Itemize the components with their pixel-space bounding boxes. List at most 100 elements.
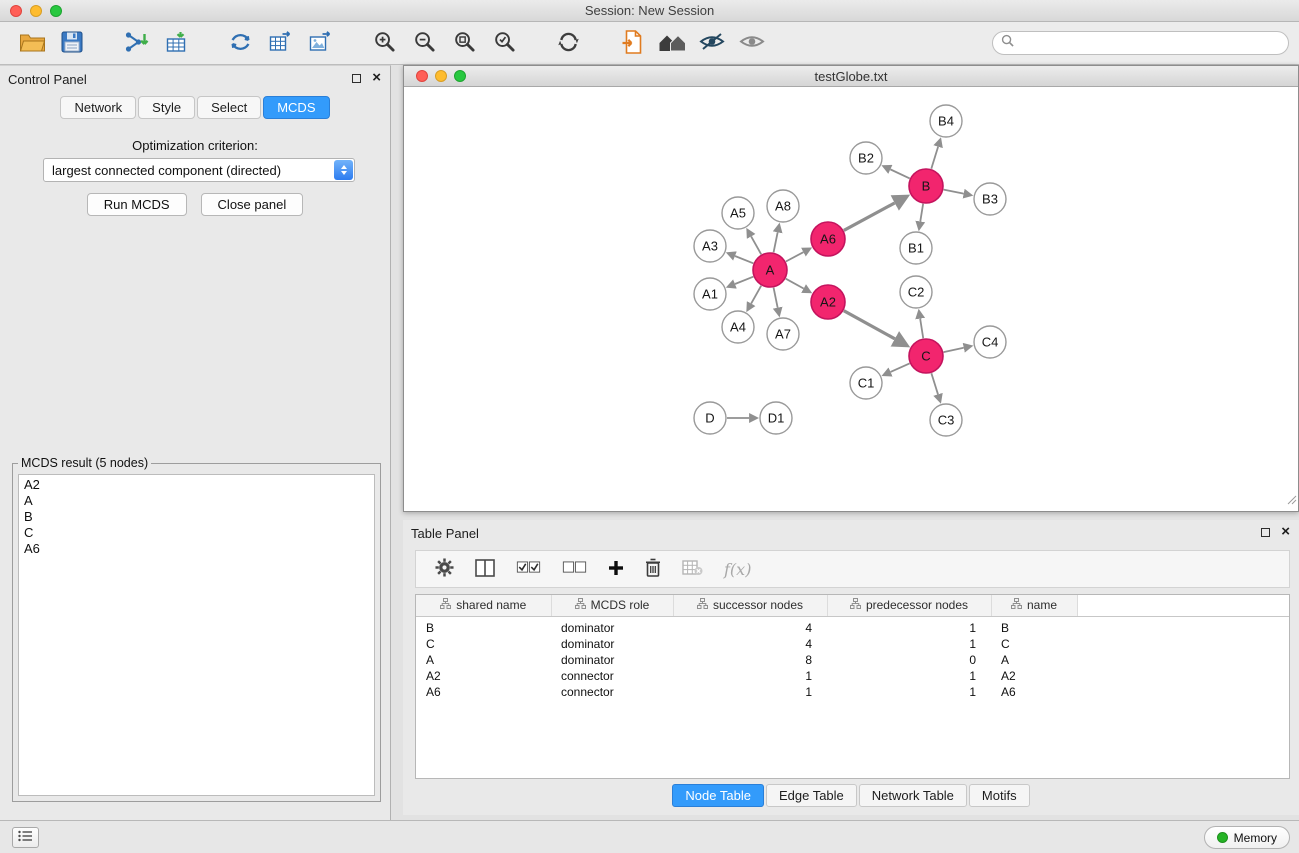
delete-table-button[interactable] bbox=[682, 560, 703, 579]
column-header-name[interactable]: name bbox=[991, 595, 1077, 616]
node-A1[interactable]: A1 bbox=[694, 278, 726, 310]
function-builder-button[interactable]: f(x) bbox=[724, 560, 751, 579]
cell-successor-nodes[interactable]: 1 bbox=[673, 668, 827, 684]
node-C3[interactable]: C3 bbox=[930, 404, 962, 436]
table-row[interactable]: Bdominator41B bbox=[416, 616, 1289, 636]
zoom-out-button[interactable] bbox=[406, 25, 442, 61]
float-table-panel-button[interactable] bbox=[1261, 528, 1270, 537]
node-D1[interactable]: D1 bbox=[760, 402, 792, 434]
edge-A-A3[interactable] bbox=[735, 256, 753, 263]
edge-B-B2[interactable] bbox=[890, 169, 909, 178]
column-header-successor-nodes[interactable]: successor nodes bbox=[673, 595, 827, 616]
edge-C-C4[interactable] bbox=[944, 348, 964, 352]
tab-select[interactable]: Select bbox=[197, 96, 261, 119]
cell-successor-nodes[interactable]: 1 bbox=[673, 684, 827, 700]
table-row[interactable]: Cdominator41C bbox=[416, 636, 1289, 652]
edge-A-A4[interactable] bbox=[751, 286, 761, 304]
edge-B-B4[interactable] bbox=[931, 147, 938, 169]
cell-predecessor-nodes[interactable]: 1 bbox=[827, 668, 991, 684]
import-network-file-button[interactable] bbox=[118, 25, 154, 61]
criterion-dropdown[interactable]: largest connected component (directed) bbox=[43, 158, 355, 182]
edge-A-A1[interactable] bbox=[735, 277, 753, 284]
edge-A6-B[interactable] bbox=[844, 203, 895, 231]
edge-C-C2[interactable] bbox=[920, 319, 923, 339]
network-canvas[interactable]: B4B2BB3A8A5A6B1A3AC2A1A2A4A7C4CC1C3DD1 bbox=[404, 87, 1298, 511]
node-A8[interactable]: A8 bbox=[767, 190, 799, 222]
cell-predecessor-nodes[interactable]: 0 bbox=[827, 652, 991, 668]
cell-shared-name[interactable]: A bbox=[416, 652, 551, 668]
zoom-fit-button[interactable] bbox=[446, 25, 482, 61]
memory-button[interactable]: Memory bbox=[1204, 826, 1290, 849]
save-session-button[interactable] bbox=[54, 25, 90, 61]
edge-B-B3[interactable] bbox=[944, 190, 964, 194]
show-columns-button[interactable] bbox=[475, 559, 495, 580]
apply-layout-button[interactable] bbox=[222, 25, 258, 61]
cell-mcds-role[interactable]: connector bbox=[551, 668, 673, 684]
cell-mcds-role[interactable]: connector bbox=[551, 684, 673, 700]
task-history-button[interactable] bbox=[12, 827, 39, 848]
search-field[interactable] bbox=[992, 31, 1289, 55]
cell-mcds-role[interactable]: dominator bbox=[551, 616, 673, 636]
tab-network[interactable]: Network bbox=[60, 96, 136, 119]
node-D[interactable]: D bbox=[694, 402, 726, 434]
edge-B-B1[interactable] bbox=[920, 204, 923, 222]
show-graphics-details-button[interactable] bbox=[734, 25, 770, 61]
node-A[interactable]: A bbox=[753, 253, 787, 287]
tab-mcds[interactable]: MCDS bbox=[263, 96, 329, 119]
tab-node-table[interactable]: Node Table bbox=[672, 784, 764, 807]
edge-C-C1[interactable] bbox=[891, 363, 910, 372]
cell-successor-nodes[interactable]: 4 bbox=[673, 636, 827, 652]
select-all-columns-button[interactable] bbox=[516, 561, 541, 577]
edge-A-A5[interactable] bbox=[751, 236, 761, 254]
cell-predecessor-nodes[interactable]: 1 bbox=[827, 684, 991, 700]
close-panel-icon[interactable]: × bbox=[372, 73, 381, 83]
network-from-table-button[interactable] bbox=[262, 25, 298, 61]
deselect-all-columns-button[interactable] bbox=[562, 561, 587, 577]
table-settings-button[interactable] bbox=[435, 558, 454, 580]
node-A6[interactable]: A6 bbox=[811, 222, 845, 256]
node-A2[interactable]: A2 bbox=[811, 285, 845, 319]
node-A3[interactable]: A3 bbox=[694, 230, 726, 262]
cell-name[interactable]: A2 bbox=[991, 668, 1077, 684]
table-row[interactable]: A6connector11A6 bbox=[416, 684, 1289, 700]
export-image-button[interactable] bbox=[302, 25, 338, 61]
tab-edge-table[interactable]: Edge Table bbox=[766, 784, 857, 807]
mcds-result-item[interactable]: C bbox=[24, 525, 369, 541]
cell-successor-nodes[interactable]: 8 bbox=[673, 652, 827, 668]
refresh-view-button[interactable] bbox=[550, 25, 586, 61]
home-button[interactable] bbox=[654, 25, 690, 61]
mcds-result-item[interactable]: A6 bbox=[24, 541, 369, 557]
tab-motifs[interactable]: Motifs bbox=[969, 784, 1030, 807]
cell-shared-name[interactable]: A2 bbox=[416, 668, 551, 684]
zoom-in-button[interactable] bbox=[366, 25, 402, 61]
node-B3[interactable]: B3 bbox=[974, 183, 1006, 215]
hide-graphics-details-button[interactable] bbox=[694, 25, 730, 61]
column-header-predecessor-nodes[interactable]: predecessor nodes bbox=[827, 595, 991, 616]
table-row[interactable]: Adominator80A bbox=[416, 652, 1289, 668]
cell-name[interactable]: A6 bbox=[991, 684, 1077, 700]
run-mcds-button[interactable]: Run MCDS bbox=[87, 193, 187, 216]
cell-successor-nodes[interactable]: 4 bbox=[673, 616, 827, 636]
table-row[interactable]: A2connector11A2 bbox=[416, 668, 1289, 684]
node-A5[interactable]: A5 bbox=[722, 197, 754, 229]
column-header-shared-name[interactable]: shared name bbox=[416, 595, 551, 616]
network-window-titlebar[interactable]: testGlobe.txt bbox=[404, 66, 1298, 87]
node-C2[interactable]: C2 bbox=[900, 276, 932, 308]
close-table-panel-icon[interactable]: × bbox=[1281, 527, 1290, 537]
tab-network-table[interactable]: Network Table bbox=[859, 784, 967, 807]
cell-shared-name[interactable]: C bbox=[416, 636, 551, 652]
node-B[interactable]: B bbox=[909, 169, 943, 203]
node-B1[interactable]: B1 bbox=[900, 232, 932, 264]
edge-A-A7[interactable] bbox=[774, 288, 778, 308]
cell-name[interactable]: A bbox=[991, 652, 1077, 668]
cell-name[interactable]: B bbox=[991, 616, 1077, 636]
column-header-mcds-role[interactable]: MCDS role bbox=[551, 595, 673, 616]
float-panel-button[interactable] bbox=[352, 74, 361, 83]
edge-A-A6[interactable] bbox=[786, 252, 804, 261]
node-C4[interactable]: C4 bbox=[974, 326, 1006, 358]
cell-name[interactable]: C bbox=[991, 636, 1077, 652]
mcds-result-item[interactable]: B bbox=[24, 509, 369, 525]
cell-mcds-role[interactable]: dominator bbox=[551, 652, 673, 668]
node-B4[interactable]: B4 bbox=[930, 105, 962, 137]
edge-A-A8[interactable] bbox=[774, 232, 778, 252]
